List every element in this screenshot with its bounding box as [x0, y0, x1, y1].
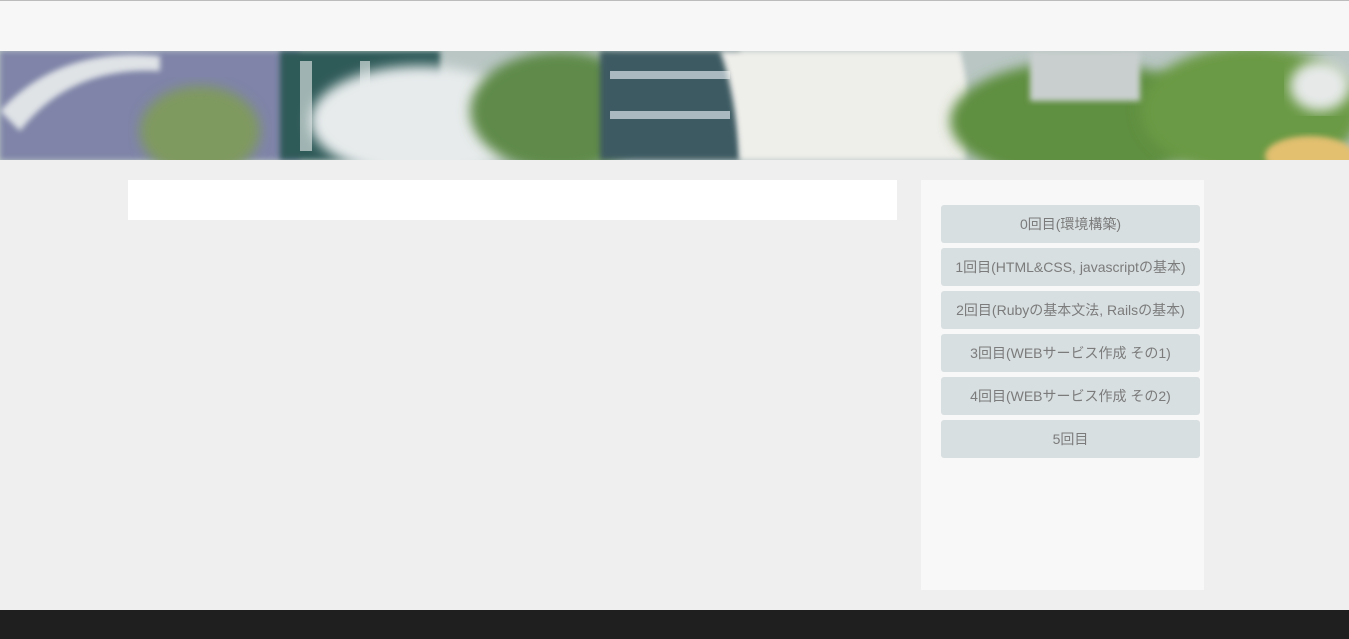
lesson-link-4[interactable]: 4回目(WEBサービス作成 その2): [941, 377, 1200, 415]
top-header-bar: [0, 0, 1349, 51]
lesson-link-5[interactable]: 5回目: [941, 420, 1200, 458]
footer-bar: [0, 610, 1349, 639]
lesson-nav-list: 0回目(環境構築) 1回目(HTML&CSS, javascriptの基本) 2…: [941, 205, 1200, 463]
sidebar: 0回目(環境構築) 1回目(HTML&CSS, javascriptの基本) 2…: [921, 180, 1204, 590]
hero-photo: [0, 51, 1349, 160]
lesson-link-1[interactable]: 1回目(HTML&CSS, javascriptの基本): [941, 248, 1200, 286]
lesson-link-3[interactable]: 3回目(WEBサービス作成 その1): [941, 334, 1200, 372]
lesson-link-0[interactable]: 0回目(環境構築): [941, 205, 1200, 243]
main-content-card: [128, 180, 897, 220]
hero-banner-image: [0, 51, 1349, 160]
lesson-link-2[interactable]: 2回目(Rubyの基本文法, Railsの基本): [941, 291, 1200, 329]
